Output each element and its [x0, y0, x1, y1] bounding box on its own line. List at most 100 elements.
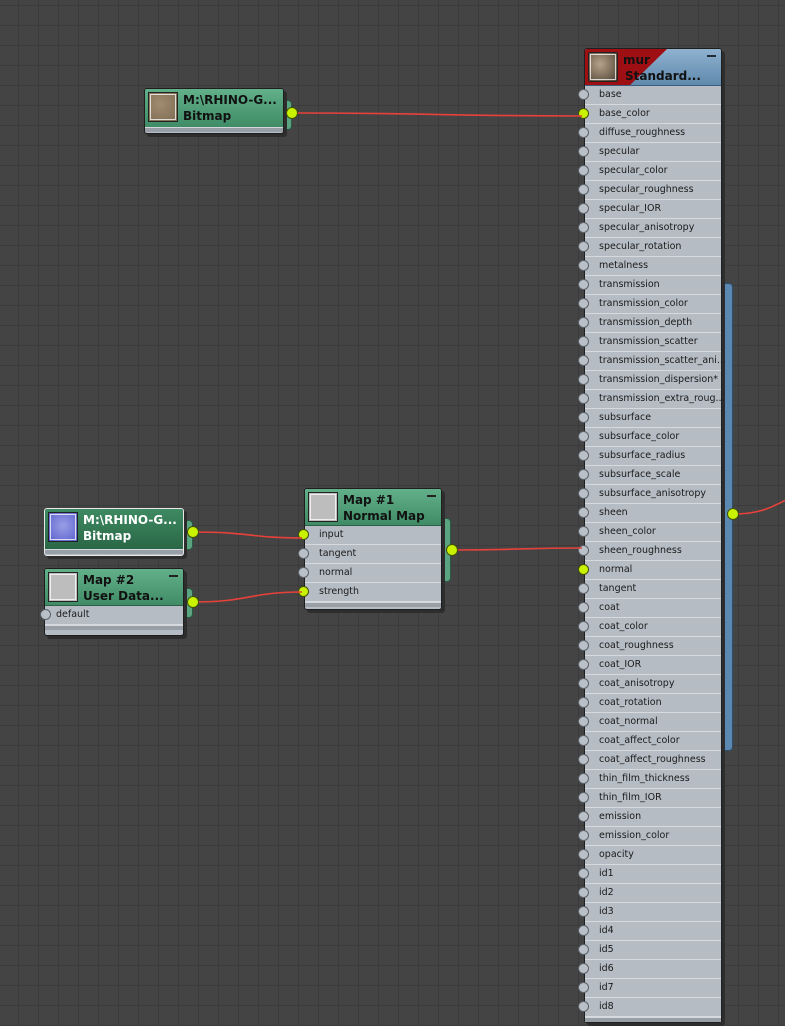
input-row-transmission[interactable]: transmission: [578, 276, 721, 295]
input-socket[interactable]: [578, 773, 589, 784]
input-row-id6[interactable]: id6: [578, 960, 721, 979]
input-socket[interactable]: [578, 906, 589, 917]
input-socket[interactable]: [578, 963, 589, 974]
input-row-transmission-scatter-ani-[interactable]: transmission_scatter_ani...: [578, 352, 726, 371]
input-socket[interactable]: [578, 678, 589, 689]
input-socket[interactable]: [578, 792, 589, 803]
input-socket[interactable]: [578, 811, 589, 822]
input-row-coat-rotation[interactable]: coat_rotation: [578, 694, 721, 713]
input-row-coat[interactable]: coat: [578, 599, 721, 618]
input-row-transmission-dispersion-[interactable]: transmission_dispersion*: [578, 371, 721, 390]
input-row-subsurface-radius[interactable]: subsurface_radius: [578, 447, 721, 466]
input-row-diffuse-roughness[interactable]: diffuse_roughness: [578, 124, 721, 143]
input-row-id8[interactable]: id8: [578, 998, 721, 1017]
input-row-metalness[interactable]: metalness: [578, 257, 721, 276]
input-socket[interactable]: [578, 887, 589, 898]
input-row-sheen-roughness[interactable]: sheen_roughness: [578, 542, 721, 561]
output-socket-bitmap-normal[interactable]: [187, 526, 199, 538]
input-socket[interactable]: [40, 609, 51, 620]
input-socket[interactable]: [578, 203, 589, 214]
input-row-normal[interactable]: normal: [298, 564, 441, 583]
input-socket[interactable]: [578, 697, 589, 708]
input-row-id1[interactable]: id1: [578, 865, 721, 884]
input-row-id5[interactable]: id5: [578, 941, 721, 960]
input-row-normal[interactable]: normal: [578, 561, 721, 580]
input-socket[interactable]: [578, 108, 589, 119]
input-socket[interactable]: [578, 1001, 589, 1012]
input-row-emission-color[interactable]: emission_color: [578, 827, 721, 846]
input-socket[interactable]: [578, 336, 589, 347]
wire-material-output[interactable]: [732, 498, 785, 515]
output-socket-bitmap-top[interactable]: [286, 107, 298, 119]
output-socket-material[interactable]: [727, 508, 739, 520]
input-row-specular[interactable]: specular: [578, 143, 721, 162]
input-socket[interactable]: [578, 317, 589, 328]
input-socket[interactable]: [578, 716, 589, 727]
input-socket[interactable]: [578, 621, 589, 632]
input-socket[interactable]: [298, 529, 309, 540]
input-row-base-color[interactable]: base_color: [578, 105, 721, 124]
input-row-coat-roughness[interactable]: coat_roughness: [578, 637, 721, 656]
input-row-coat-color[interactable]: coat_color: [578, 618, 721, 637]
input-socket[interactable]: [298, 567, 309, 578]
input-socket[interactable]: [578, 279, 589, 290]
input-row-id2[interactable]: id2: [578, 884, 721, 903]
input-row-id4[interactable]: id4: [578, 922, 721, 941]
input-socket[interactable]: [578, 944, 589, 955]
input-socket[interactable]: [578, 982, 589, 993]
output-socket-normal-map[interactable]: [446, 544, 458, 556]
input-row-specular-roughness[interactable]: specular_roughness: [578, 181, 721, 200]
input-socket[interactable]: [578, 355, 589, 366]
input-socket[interactable]: [578, 431, 589, 442]
input-socket[interactable]: [578, 165, 589, 176]
node-bitmap-normal[interactable]: M:\RHINO-G... Bitmap: [44, 508, 187, 559]
input-socket[interactable]: [578, 545, 589, 556]
node-user-data[interactable]: Map #2 User Data... default: [40, 568, 187, 639]
node-normal-map[interactable]: Map #1 Normal Map input tangent normal stre…: [298, 488, 445, 613]
input-row-subsurface-scale[interactable]: subsurface_scale: [578, 466, 721, 485]
input-socket[interactable]: [578, 735, 589, 746]
input-socket[interactable]: [578, 507, 589, 518]
input-row-emission[interactable]: emission: [578, 808, 721, 827]
input-socket[interactable]: [578, 298, 589, 309]
collapse-icon[interactable]: [707, 55, 716, 57]
input-socket[interactable]: [578, 868, 589, 879]
input-row-default[interactable]: default: [40, 606, 183, 625]
input-row-subsurface[interactable]: subsurface: [578, 409, 721, 428]
input-socket[interactable]: [578, 526, 589, 537]
input-row-coat-anisotropy[interactable]: coat_anisotropy: [578, 675, 721, 694]
input-row-transmission-depth[interactable]: transmission_depth: [578, 314, 721, 333]
input-row-specular-color[interactable]: specular_color: [578, 162, 721, 181]
input-row-coat-normal[interactable]: coat_normal: [578, 713, 721, 732]
input-row-id7[interactable]: id7: [578, 979, 721, 998]
input-socket[interactable]: [578, 222, 589, 233]
input-row-specular-anisotropy[interactable]: specular_anisotropy: [578, 219, 721, 238]
input-row-sheen[interactable]: sheen: [578, 504, 721, 523]
input-socket[interactable]: [578, 925, 589, 936]
input-row-coat-ior[interactable]: coat_IOR: [578, 656, 721, 675]
input-row-subsurface-color[interactable]: subsurface_color: [578, 428, 721, 447]
input-row-transmission-scatter[interactable]: transmission_scatter: [578, 333, 721, 352]
input-socket[interactable]: [578, 659, 589, 670]
input-socket[interactable]: [578, 602, 589, 613]
input-row-transmission-extra-roug-[interactable]: transmission_extra_roug...: [578, 390, 725, 409]
input-socket[interactable]: [578, 146, 589, 157]
input-socket[interactable]: [578, 849, 589, 860]
collapse-icon[interactable]: [427, 495, 436, 497]
input-socket[interactable]: [578, 564, 589, 575]
input-socket[interactable]: [578, 754, 589, 765]
input-socket[interactable]: [578, 450, 589, 461]
node-bitmap-top[interactable]: M:\RHINO-G... Bitmap: [144, 88, 287, 137]
wire-bitmap-to-normalmap-input[interactable]: [192, 531, 303, 539]
input-socket[interactable]: [578, 412, 589, 423]
input-socket[interactable]: [578, 127, 589, 138]
input-socket[interactable]: [578, 488, 589, 499]
wire-normalmap-to-normal[interactable]: [451, 547, 583, 551]
input-row-specular-ior[interactable]: specular_IOR: [578, 200, 721, 219]
input-row-subsurface-anisotropy[interactable]: subsurface_anisotropy: [578, 485, 721, 504]
input-row-thin-film-ior[interactable]: thin_film_IOR: [578, 789, 721, 808]
input-socket[interactable]: [578, 393, 589, 404]
input-row-strength[interactable]: strength: [298, 583, 441, 602]
input-row-id3[interactable]: id3: [578, 903, 721, 922]
wire-userdata-to-strength[interactable]: [192, 591, 303, 603]
